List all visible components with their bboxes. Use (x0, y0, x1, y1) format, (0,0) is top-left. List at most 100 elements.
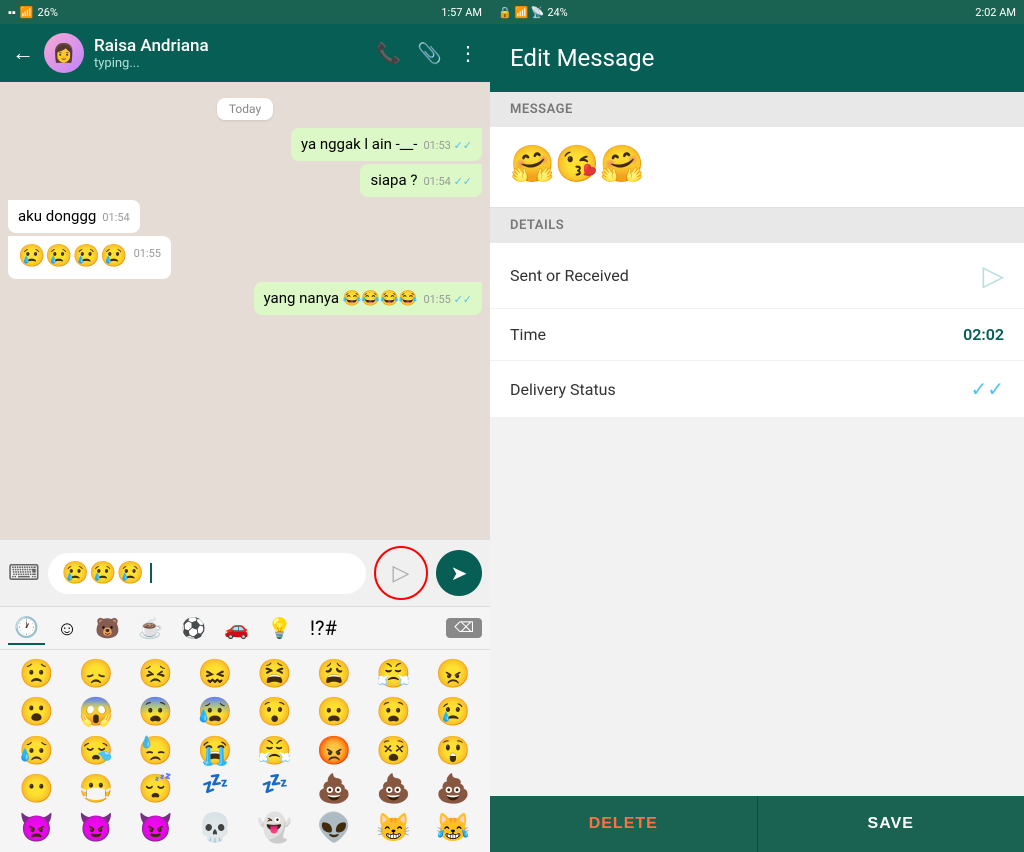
message-text: siapa ? (370, 171, 417, 189)
emoji-cell[interactable]: 😤 (246, 733, 304, 769)
emoji-delete-button[interactable]: ⌫ (446, 618, 482, 638)
emoji-tab-food[interactable]: ☕ (132, 612, 169, 644)
emoji-cell[interactable]: 😟 (8, 656, 66, 692)
message-bubble-sent[interactable]: yang nanya 😂😂😂😂 01:55 ✓✓ (254, 282, 482, 315)
right-signal-icon: 📡 (531, 6, 545, 19)
right-lock-icon: 🔒 (498, 6, 512, 19)
emoji-cell[interactable]: 👽 (306, 810, 364, 846)
emoji-tab-animals[interactable]: 🐻 (89, 612, 126, 644)
emoji-grid: 😟 😞 😣 😖 😫 😩 😤 😠 😮 😱 😨 😰 😯 😦 😧 😢 😥 😪 😓 😭 … (0, 650, 490, 852)
battery-left: 26% (38, 6, 58, 19)
text-cursor (150, 563, 152, 583)
message-preview-area: 🤗😘🤗 (490, 127, 1024, 207)
emoji-cell[interactable]: 💤 (246, 771, 304, 807)
send-button[interactable]: ➤ (436, 550, 482, 596)
emoji-cell[interactable]: 😰 (187, 694, 245, 730)
emoji-cell[interactable]: 😪 (68, 733, 126, 769)
emoji-cell[interactable]: 😠 (425, 656, 483, 692)
attach-icon[interactable]: 📎 (417, 41, 442, 65)
delivery-status-icon: ✓✓ (970, 377, 1004, 401)
today-label: Today (8, 98, 482, 120)
emoji-cell[interactable]: 😥 (8, 733, 66, 769)
input-emoji-text: 😢😢😢 (62, 561, 144, 586)
more-options-icon[interactable]: ⋮ (458, 41, 478, 65)
left-status-bar: ▪▪ 📶 26% 1:57 AM (0, 0, 490, 24)
message-bubble-sent[interactable]: ya nggak l ain -__- 01:53 ✓✓ (291, 128, 482, 161)
edit-message-content: MESSAGE 🤗😘🤗 DETAILS Sent or Received ▷ T… (490, 92, 1024, 796)
emoji-cell[interactable]: 😴 (127, 771, 185, 807)
emoji-cell[interactable]: 😤 (365, 656, 423, 692)
wifi-icon: 📶 (20, 6, 34, 19)
emoji-cell[interactable]: 😲 (425, 733, 483, 769)
contact-status: typing... (94, 56, 366, 71)
right-status-left: 🔒 📶 📡 24% (498, 6, 568, 19)
emoji-cell[interactable]: 😡 (306, 733, 364, 769)
message-row: yang nanya 😂😂😂😂 01:55 ✓✓ (8, 282, 482, 315)
contact-info[interactable]: Raisa Andriana typing... (94, 36, 366, 71)
delete-button[interactable]: DELETE (490, 796, 757, 852)
right-wifi-icon: 📶 (514, 6, 528, 19)
sticker-icon: ▷ (393, 561, 410, 586)
status-bar-left: ▪▪ 📶 26% (8, 6, 58, 19)
emoji-cell[interactable]: 💀 (187, 810, 245, 846)
emoji-cell[interactable]: 💩 (365, 771, 423, 807)
right-time: 2:02 AM (975, 6, 1016, 19)
emoji-cell[interactable]: 😭 (187, 733, 245, 769)
emoji-cell[interactable]: 😣 (127, 656, 185, 692)
emoji-cell[interactable]: 😖 (187, 656, 245, 692)
emoji-tab-smiley[interactable]: ☺ (51, 612, 83, 645)
right-status-right: 2:02 AM (975, 6, 1016, 19)
message-text: aku donggg (18, 207, 96, 225)
emoji-cell[interactable]: 😯 (246, 694, 304, 730)
emoji-cell[interactable]: 😹 (425, 810, 483, 846)
emoji-cell[interactable]: 😷 (68, 771, 126, 807)
detail-row-delivery: Delivery Status ✓✓ (490, 361, 1024, 418)
send-icon: ➤ (451, 561, 468, 585)
message-bubble-received[interactable]: aku donggg 01:54 (8, 200, 140, 233)
emoji-cell[interactable]: 😶 (8, 771, 66, 807)
emoji-cell[interactable]: 😮 (8, 694, 66, 730)
sent-received-icon: ▷ (982, 259, 1004, 292)
emoji-cell[interactable]: 😱 (68, 694, 126, 730)
emoji-cell[interactable]: 😦 (306, 694, 364, 730)
message-bubble-received[interactable]: 😢😢😢😢 01:55 (8, 236, 171, 279)
emoji-cell[interactable]: 😧 (365, 694, 423, 730)
emoji-tab-objects[interactable]: 💡 (261, 612, 298, 644)
emoji-cell[interactable]: 😈 (127, 810, 185, 846)
message-input[interactable]: 😢😢😢 (48, 553, 366, 594)
detail-value-time: 02:02 (963, 325, 1004, 344)
emoji-cell[interactable]: 😞 (68, 656, 126, 692)
chat-top-bar: ← 👩 Raisa Andriana typing... 📞 📎 ⋮ (0, 24, 490, 82)
call-icon[interactable]: 📞 (376, 41, 401, 65)
emoji-cell[interactable]: 👿 (8, 810, 66, 846)
details-section: Sent or Received ▷ Time 02:02 Delivery S… (490, 243, 1024, 418)
emoji-cell[interactable]: 💩 (425, 771, 483, 807)
emoji-cell[interactable]: 😓 (127, 733, 185, 769)
emoji-cell[interactable]: 😨 (127, 694, 185, 730)
emoji-cell[interactable]: 💤 (187, 771, 245, 807)
emoji-cell[interactable]: 😈 (68, 810, 126, 846)
sticker-button-circle[interactable]: ▷ (374, 546, 428, 600)
emoji-cell[interactable]: 💩 (306, 771, 364, 807)
emoji-tab-symbols[interactable]: !?# (304, 612, 343, 644)
detail-label-delivery: Delivery Status (510, 380, 616, 399)
back-button[interactable]: ← (12, 40, 34, 66)
emoji-cell[interactable]: 😩 (306, 656, 364, 692)
keyboard-toggle-icon[interactable]: ⌨ (8, 561, 40, 586)
emoji-cell[interactable]: 😫 (246, 656, 304, 692)
emoji-cell[interactable]: 😵 (365, 733, 423, 769)
input-area: ⌨ 😢😢😢 ▷ ➤ (0, 539, 490, 606)
emoji-tab-sports[interactable]: ⚽ (175, 612, 212, 644)
right-battery: 24% (547, 6, 567, 19)
message-bubble-sent[interactable]: siapa ? 01:54 ✓✓ (360, 164, 482, 197)
save-button[interactable]: SAVE (757, 796, 1024, 852)
emoji-cell[interactable]: 👻 (246, 810, 304, 846)
contact-avatar[interactable]: 👩 (44, 33, 84, 73)
emoji-tab-travel[interactable]: 🚗 (218, 612, 255, 644)
message-time: 01:54 ✓✓ (423, 174, 472, 189)
emoji-cell[interactable]: 😢 (425, 694, 483, 730)
emoji-cell[interactable]: 😸 (365, 810, 423, 846)
chat-area: Today ya nggak l ain -__- 01:53 ✓✓ siapa… (0, 82, 490, 539)
emoji-tab-recent[interactable]: 🕐 (8, 611, 45, 645)
message-time: 01:55 ✓✓ (423, 292, 472, 307)
